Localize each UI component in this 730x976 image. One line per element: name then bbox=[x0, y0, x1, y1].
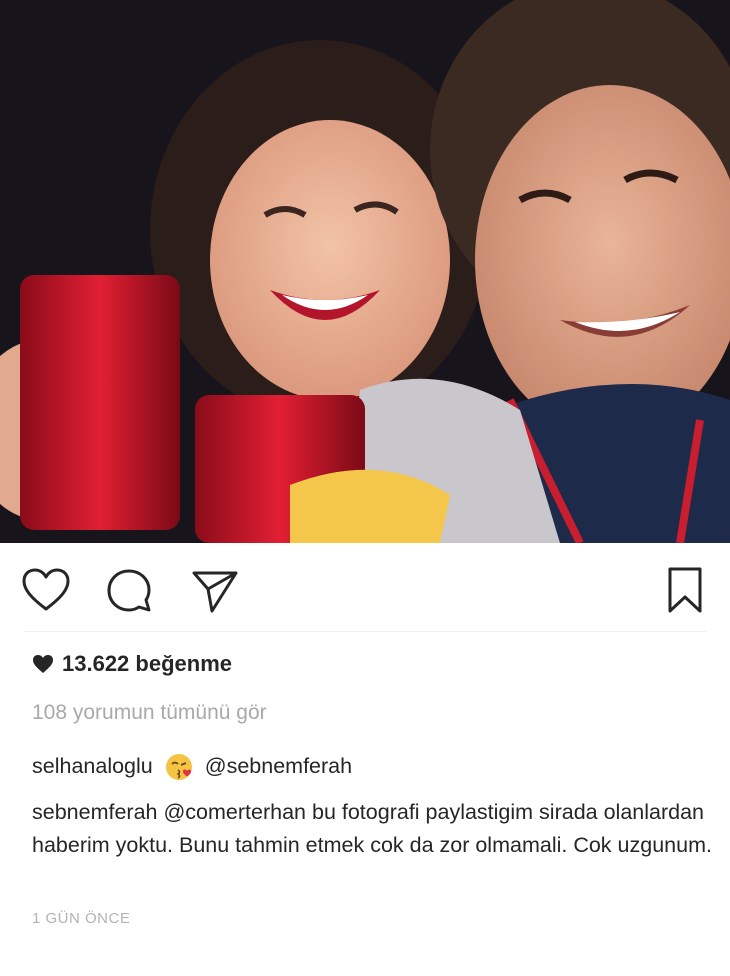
comment-item: sebnemferah @comerterhan bu fotografi pa… bbox=[32, 796, 712, 862]
selfie-image bbox=[0, 0, 730, 543]
likes-text: 13.622 beğenme bbox=[62, 651, 232, 676]
likes-count[interactable]: 13.622 beğenme bbox=[32, 651, 232, 677]
post-timestamp: 1 GÜN ÖNCE bbox=[32, 910, 131, 927]
view-all-comments-link[interactable]: 108 yorumun tümünü gör bbox=[32, 701, 267, 725]
comment-username[interactable]: sebnemferah bbox=[32, 800, 158, 824]
kissing-face-emoji bbox=[165, 753, 192, 780]
divider bbox=[24, 631, 706, 632]
speech-bubble-icon[interactable] bbox=[105, 565, 157, 617]
paper-plane-icon[interactable] bbox=[190, 565, 242, 617]
post-photo[interactable] bbox=[0, 0, 730, 543]
comment-item: selhanaloglu @sebnemferah bbox=[32, 750, 712, 783]
comment-mention[interactable]: @comerterhan bbox=[163, 800, 306, 824]
action-bar bbox=[0, 543, 730, 632]
bookmark-icon[interactable] bbox=[660, 565, 712, 617]
heart-outline-icon[interactable] bbox=[20, 565, 72, 617]
heart-filled-icon bbox=[33, 655, 53, 673]
comment-username[interactable]: selhanaloglu bbox=[32, 750, 153, 783]
comment-mention[interactable]: @sebnemferah bbox=[205, 750, 352, 783]
